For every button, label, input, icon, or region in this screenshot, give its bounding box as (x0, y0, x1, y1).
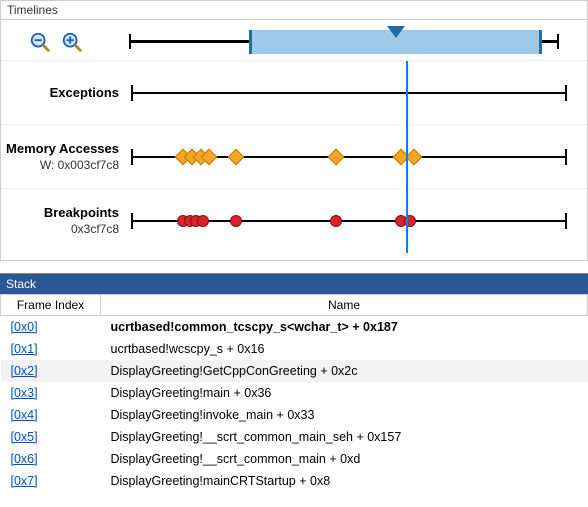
stack-row[interactable]: [0x2] DisplayGreeting!GetCppConGreeting +… (1, 360, 588, 382)
track-lane[interactable] (131, 137, 567, 177)
stack-row[interactable]: [0x6] DisplayGreeting!__scrt_common_main … (1, 448, 588, 470)
timelines-panel: Exceptions Memory Accesses W: 0x003cf7c8 Br… (0, 19, 588, 261)
stack-row[interactable]: [0x3] DisplayGreeting!main + 0x36 (1, 382, 588, 404)
playhead-line[interactable] (406, 189, 408, 253)
zoom-out-icon[interactable] (29, 31, 51, 53)
overview-tick-start (129, 34, 131, 49)
track-title: Exceptions (1, 85, 119, 100)
frame-name: ucrtbased!wcscpy_s + 0x16 (101, 338, 588, 360)
track-title: Memory Accesses (1, 141, 119, 156)
zoom-row (1, 24, 587, 60)
frame-index-link[interactable]: [0x1] (11, 342, 38, 356)
stack-title: Stack (0, 274, 588, 294)
frame-name: DisplayGreeting!main + 0x36 (101, 382, 588, 404)
track-lane[interactable] (131, 201, 567, 241)
track-memory: Memory Accesses W: 0x003cf7c8 (1, 124, 587, 188)
frame-index-link[interactable]: [0x6] (11, 452, 38, 466)
frame-name: DisplayGreeting!mainCRTStartup + 0x8 (101, 470, 588, 492)
lane-tick (565, 149, 567, 165)
lane-tick (565, 85, 567, 101)
frame-index-link[interactable]: [0x5] (11, 430, 38, 444)
stack-table: Frame Index Name [0x0] ucrtbased!common_t… (0, 294, 588, 492)
lane-tick (565, 213, 567, 229)
zoom-in-icon[interactable] (61, 31, 83, 53)
track-label: Breakpoints 0x3cf7c8 (1, 205, 131, 236)
track-subtitle: W: 0x003cf7c8 (1, 158, 119, 172)
track-breakpoints: Breakpoints 0x3cf7c8 (1, 188, 587, 252)
overview-tick-end (557, 34, 559, 49)
playhead-line[interactable] (406, 61, 408, 125)
lane-tick (131, 213, 133, 229)
lane-tick (131, 149, 133, 165)
frame-name: ucrtbased!common_tcscpy_s<wchar_t> + 0x1… (101, 316, 588, 339)
memory-marker-icon[interactable] (406, 148, 423, 165)
track-label: Memory Accesses W: 0x003cf7c8 (1, 141, 131, 172)
frame-name: DisplayGreeting!__scrt_common_main + 0xd (101, 448, 588, 470)
breakpoint-marker-icon[interactable] (330, 215, 342, 227)
track-title: Breakpoints (1, 205, 119, 220)
col-frame-index[interactable]: Frame Index (1, 295, 101, 316)
stack-row[interactable]: [0x5] DisplayGreeting!__scrt_common_main_… (1, 426, 588, 448)
col-name[interactable]: Name (101, 295, 588, 316)
stack-row[interactable]: [0x7] DisplayGreeting!mainCRTStartup + 0x… (1, 470, 588, 492)
frame-name: DisplayGreeting!__scrt_common_main_seh +… (101, 426, 588, 448)
frame-index-link[interactable]: [0x7] (11, 474, 38, 488)
playhead-marker-icon[interactable] (387, 26, 405, 40)
timelines-title: Timelines (0, 0, 588, 19)
track-subtitle: 0x3cf7c8 (1, 222, 119, 236)
tracks-container: Exceptions Memory Accesses W: 0x003cf7c8 Br… (1, 60, 587, 252)
stack-header-row: Frame Index Name (1, 295, 588, 316)
frame-index-link[interactable]: [0x0] (11, 320, 38, 334)
frame-index-link[interactable]: [0x4] (11, 408, 38, 422)
overview-bar[interactable] (129, 26, 559, 58)
lane-tick (131, 85, 133, 101)
stack-row[interactable]: [0x0] ucrtbased!common_tcscpy_s<wchar_t> … (1, 316, 588, 339)
frame-index-link[interactable]: [0x3] (11, 386, 38, 400)
lane-line (131, 92, 567, 94)
stack-row[interactable]: [0x1] ucrtbased!wcscpy_s + 0x16 (1, 338, 588, 360)
stack-row[interactable]: [0x4] DisplayGreeting!invoke_main + 0x33 (1, 404, 588, 426)
zoom-controls (9, 31, 129, 53)
track-label: Exceptions (1, 85, 131, 100)
breakpoint-marker-icon[interactable] (230, 215, 242, 227)
track-lane[interactable] (131, 73, 567, 113)
memory-marker-icon[interactable] (327, 148, 344, 165)
playhead-line[interactable] (406, 125, 408, 189)
frame-index-link[interactable]: [0x2] (11, 364, 38, 378)
stack-panel: Stack Frame Index Name [0x0] ucrtbased!co… (0, 273, 588, 492)
memory-marker-icon[interactable] (227, 148, 244, 165)
frame-name: DisplayGreeting!invoke_main + 0x33 (101, 404, 588, 426)
track-exceptions: Exceptions (1, 60, 587, 124)
breakpoint-marker-icon[interactable] (197, 215, 209, 227)
frame-name: DisplayGreeting!GetCppConGreeting + 0x2c (101, 360, 588, 382)
